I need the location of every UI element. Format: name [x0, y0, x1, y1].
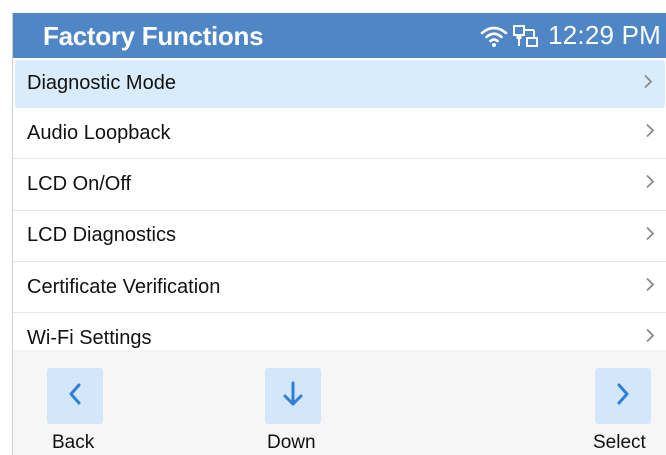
menu-item-label: Certificate Verification [27, 275, 221, 298]
wifi-icon [480, 24, 508, 48]
chevron-left-icon [67, 382, 83, 411]
menu-item-lcd-on-off[interactable]: LCD On/Off [13, 159, 666, 211]
menu-item-label: Diagnostic Mode [27, 72, 176, 94]
chevron-right-icon [645, 174, 655, 195]
status-clock: 12:29 PM [548, 20, 661, 50]
chevron-right-icon [615, 382, 631, 411]
menu-item-certificate-verification[interactable]: Certificate Verification [13, 261, 666, 314]
menu-item-label: Wi-Fi Settings [27, 326, 152, 349]
down-label: Down [267, 432, 316, 453]
device-screen: Factory Functions 12:29 PM Diagnostic Mo… [12, 13, 666, 455]
arrow-down-icon [282, 380, 304, 413]
select-label: Select [593, 432, 646, 453]
chevron-right-icon [645, 225, 655, 246]
down-button[interactable] [265, 368, 321, 424]
softkey-bar: Back Down Select [13, 350, 666, 455]
menu-item-label: Audio Loopback [27, 121, 171, 144]
menu-item-label: LCD Diagnostics [27, 224, 176, 247]
page-title: Factory Functions [43, 21, 264, 51]
back-label: Back [52, 432, 95, 453]
menu-item-lcd-diagnostics[interactable]: LCD Diagnostics [13, 210, 666, 262]
chevron-right-icon [645, 123, 655, 144]
chevron-right-icon [643, 73, 653, 94]
chevron-right-icon [645, 277, 655, 298]
menu-item-wifi-settings[interactable]: Wi-Fi Settings [13, 313, 666, 350]
back-button[interactable] [47, 368, 103, 424]
ethernet-icon [512, 24, 539, 48]
menu-item-diagnostic-mode[interactable]: Diagnostic Mode [15, 60, 665, 108]
status-bar: Factory Functions 12:29 PM [13, 13, 666, 58]
menu-list: Diagnostic Mode Audio Loopback LCD On/Of… [13, 58, 666, 350]
menu-item-audio-loopback[interactable]: Audio Loopback [13, 108, 666, 160]
menu-item-label: LCD On/Off [27, 172, 132, 195]
select-button[interactable] [595, 368, 651, 424]
chevron-right-icon [645, 328, 655, 349]
status-indicators: 12:29 PM [480, 20, 661, 51]
